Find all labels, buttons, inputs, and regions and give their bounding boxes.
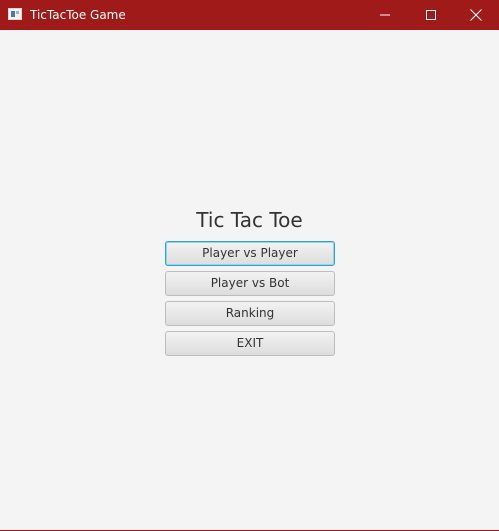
- player-vs-bot-button[interactable]: Player vs Bot: [165, 271, 335, 296]
- main-menu: Tic Tac Toe Player vs Player Player vs B…: [0, 30, 499, 530]
- exit-button[interactable]: EXIT: [165, 331, 335, 356]
- window-title: TicTacToe Game: [30, 8, 126, 22]
- player-vs-player-button[interactable]: Player vs Player: [165, 241, 335, 266]
- app-window: TicTacToe Game Tic Tac Toe Player vs Pla…: [0, 0, 499, 531]
- close-icon: [470, 9, 482, 21]
- game-title: Tic Tac Toe: [196, 208, 303, 232]
- minimize-button[interactable]: [362, 0, 408, 30]
- maximize-button[interactable]: [408, 0, 454, 30]
- close-button[interactable]: [453, 0, 499, 30]
- app-icon: [8, 8, 22, 20]
- title-bar[interactable]: TicTacToe Game: [0, 0, 499, 30]
- maximize-icon: [426, 10, 436, 20]
- minimize-icon: [380, 10, 390, 20]
- ranking-button[interactable]: Ranking: [165, 301, 335, 326]
